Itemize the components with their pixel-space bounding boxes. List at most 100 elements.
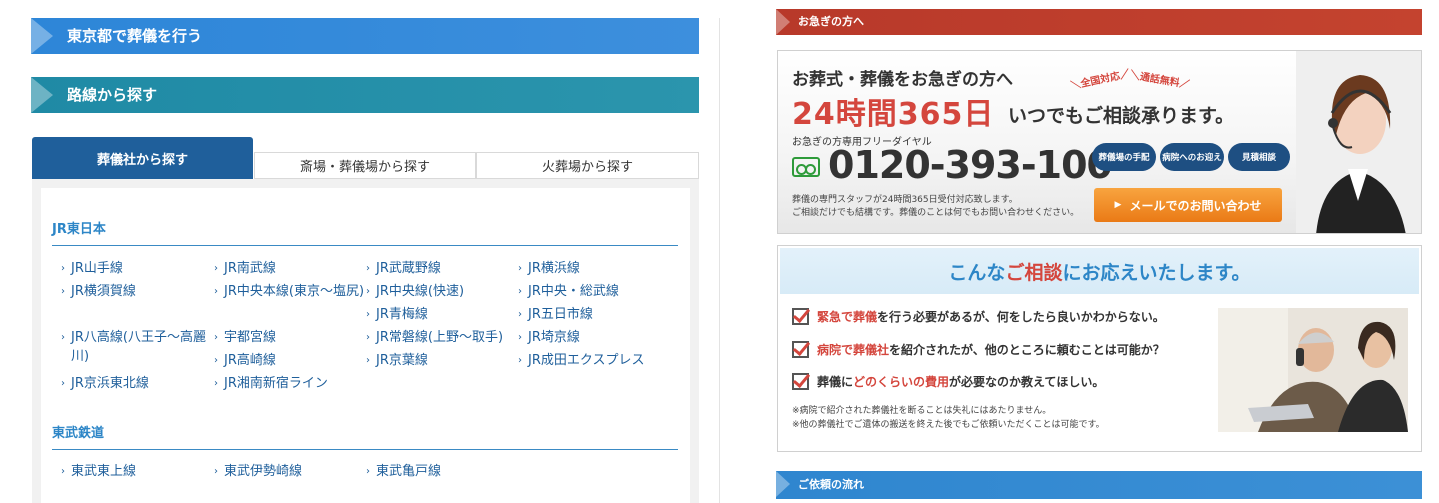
request-flow-banner-label: ご依頼の流れ	[798, 478, 864, 491]
line-link[interactable]: › JR横浜線	[518, 259, 668, 278]
line-link-label: JR五日市線	[528, 307, 593, 322]
pill-label: 見積相談	[1241, 153, 1276, 163]
line-link-label: 東武東上線	[71, 464, 137, 479]
line-link-label: JR京葉線	[376, 353, 428, 368]
consult-item: 葬儀にどのくらいの費用が必要なのか教えてほしい。	[792, 373, 1104, 390]
freedial-icon	[792, 157, 820, 177]
contact-note-line: ご相談だけでも結構です。葬儀のことは何でもお問い合わせください。	[792, 208, 1080, 218]
consult-item-text: が必要なのか教えてほしい。	[949, 375, 1105, 389]
line-link[interactable]: › JR中央・総武線	[518, 282, 668, 301]
line-link-label: JR中央線(快速)	[376, 284, 465, 299]
contact-hours-sub: いつでもご相談承ります。	[1008, 105, 1235, 127]
tag-free-call: ＼通話無料／	[1129, 69, 1191, 92]
tab-funeral-halls[interactable]: 斎場・葬儀場から探す	[254, 152, 476, 179]
consult-item-text: を行う必要があるが、何をしたら良いかわからない。	[877, 310, 1165, 324]
tab-funeral-companies[interactable]: 葬儀社から探す	[32, 137, 253, 179]
tag-nationwide: ＼全国対応／	[1069, 68, 1131, 93]
line-link[interactable]: › 東武亀戸線	[366, 462, 516, 481]
bullet-icon: ›	[214, 378, 218, 389]
bullet-icon: ›	[366, 466, 370, 477]
line-link[interactable]: › JR成田エクスプレス	[518, 351, 668, 370]
play-arrow-icon: ▶	[1114, 200, 1122, 210]
urgent-banner-label: お急ぎの方へ	[798, 15, 864, 28]
bullet-icon: ›	[518, 355, 522, 366]
line-link-label: JR湘南新宿ライン	[224, 376, 328, 391]
line-link[interactable]: › 東武東上線	[61, 462, 211, 481]
bullet-icon: ›	[61, 466, 65, 477]
mail-inquiry-button[interactable]: ▶ メールでのお問い合わせ	[1094, 188, 1282, 222]
bullet-icon: ›	[518, 263, 522, 274]
line-link-label: JR中央・総武線	[528, 284, 619, 299]
line-link[interactable]: › 東武伊勢崎線	[214, 462, 364, 481]
checkmark-icon	[792, 308, 809, 325]
pill-label: 病院へのお迎え	[1162, 153, 1222, 163]
line-link-label: JR成田エクスプレス	[528, 353, 645, 368]
bullet-icon: ›	[366, 355, 370, 366]
line-link-label: JR横浜線	[528, 261, 580, 276]
bullet-icon: ›	[366, 263, 370, 274]
column-divider	[719, 18, 720, 503]
tag-nationwide-label: 全国対応	[1079, 70, 1122, 90]
bullet-icon: ›	[61, 286, 65, 297]
line-link-label: JR武蔵野線	[376, 261, 441, 276]
pill-hospital-pickup: 病院へのお迎え	[1160, 143, 1224, 171]
mail-inquiry-button-label: メールでのお問い合わせ	[1129, 198, 1262, 213]
contact-hours: 24時間365日	[792, 97, 995, 132]
line-link-label: JR山手線	[71, 261, 123, 276]
banner-tokyo-funeral: 東京都で葬儀を行う	[31, 18, 699, 54]
line-link[interactable]: › 宇都宮線	[214, 328, 364, 347]
tab-crematoriums[interactable]: 火葬場から探す	[476, 152, 699, 179]
contact-note-line: 葬儀の専門スタッフが24時間365日受付対応致します。	[792, 195, 1018, 205]
consultation-note-line: ※他の葬儀社でご遺体の搬送を終えた後でもご依頼いただくことは可能です。	[792, 420, 1105, 430]
consult-item-emphasis: どのくらいの費用	[853, 375, 950, 389]
line-link[interactable]: › JR武蔵野線	[366, 259, 516, 278]
line-link[interactable]: › JR五日市線	[518, 305, 668, 324]
consultation-heading-emphasis: ご相談	[1005, 261, 1063, 284]
route-list-panel: JR東日本 › JR山手線 › JR南武線 › JR武蔵野線 › JR横浜線 › JR横須…	[32, 179, 699, 503]
line-link[interactable]: › JR中央本線(東京～塩尻)	[214, 282, 364, 301]
bullet-icon: ›	[214, 466, 218, 477]
tab-funeral-halls-label: 斎場・葬儀場から探す	[299, 160, 430, 175]
consultation-heading-part: こんな	[948, 261, 1006, 284]
tab-crematoriums-label: 火葬場から探す	[541, 160, 633, 175]
consult-item: 病院で葬儀社を紹介されたが、他のところに頼むことは可能か？	[792, 341, 1165, 358]
checkmark-icon	[792, 341, 809, 358]
tab-funeral-companies-label: 葬儀社から探す	[96, 152, 188, 168]
phone-number[interactable]: 0120-393-100	[828, 143, 1113, 187]
bullet-icon: ›	[214, 263, 218, 274]
consult-item-emphasis: 病院で葬儀社	[817, 343, 890, 357]
search-tabs: 葬儀社から探す 斎場・葬儀場から探す 火葬場から探す	[32, 137, 699, 179]
bullet-icon: ›	[214, 332, 218, 343]
line-link[interactable]: › JR常磐線(上野～取手)	[366, 328, 516, 347]
line-link-label: JR京浜東北線	[71, 376, 149, 391]
contact-note: 葬儀の専門スタッフが24時間365日受付対応致します。 ご相談だけでも結構です。…	[792, 194, 1092, 220]
line-link[interactable]: › JR中央線(快速)	[366, 282, 516, 301]
line-link[interactable]: › JR埼京線	[518, 328, 668, 347]
bullet-icon: ›	[518, 286, 522, 297]
line-link-label: 宇都宮線	[224, 330, 277, 345]
consultation-box: こんな ご相談 にお応えいたします。 緊急で葬儀を行う必要があるが、何をしたら良いか…	[777, 245, 1422, 452]
bullet-icon: ›	[61, 332, 65, 343]
line-link-label: 東武伊勢崎線	[224, 464, 303, 479]
line-link[interactable]: › JR青梅線	[366, 305, 516, 324]
contact-title: お葬式・葬儀をお急ぎの方へ	[792, 70, 1013, 90]
line-link-label: JR横須賀線	[71, 284, 136, 299]
line-link[interactable]: › JR八高線(八王子～高麗川)	[61, 328, 211, 366]
consultation-heading: こんな ご相談 にお応えいたします。	[780, 248, 1419, 294]
consultation-note-line: ※病院で紹介された葬儀社を断ることは失礼にはあたりません。	[792, 406, 1052, 416]
consult-item-emphasis: 緊急で葬儀	[817, 310, 878, 324]
line-link[interactable]: › JR山手線	[61, 259, 211, 278]
line-link[interactable]: › JR南武線	[214, 259, 364, 278]
line-link[interactable]: › JR京葉線	[366, 351, 516, 370]
line-link-label: JR埼京線	[528, 330, 580, 345]
consultation-note: ※病院で紹介された葬儀社を断ることは失礼にはあたりません。 ※他の葬儀社でご遺体…	[792, 404, 1105, 432]
line-link-label: JR八高線(八王子～高麗川)	[71, 330, 206, 364]
bullet-icon: ›	[366, 309, 370, 320]
line-link[interactable]: › JR湘南新宿ライン	[214, 374, 364, 393]
consult-item-text: を紹介されたが、他のところに頼むことは可能か？	[889, 343, 1165, 357]
line-link[interactable]: › JR京浜東北線	[61, 374, 211, 393]
line-link[interactable]: › JR横須賀線	[61, 282, 211, 301]
bullet-icon: ›	[366, 332, 370, 343]
bullet-icon: ›	[366, 286, 370, 297]
line-link[interactable]: › JR高崎線	[214, 351, 364, 370]
